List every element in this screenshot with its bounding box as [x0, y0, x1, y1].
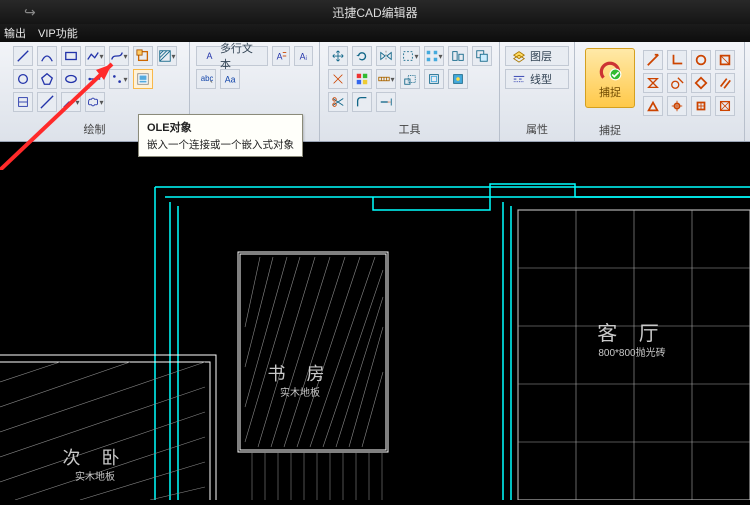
layer-label: 图层 [530, 48, 552, 64]
snap-tangent-icon[interactable] [667, 73, 687, 93]
layer-button[interactable]: 图层 [505, 46, 569, 66]
ray-tool-icon[interactable] [85, 69, 105, 89]
snap-perp-icon[interactable] [667, 50, 687, 70]
svg-text:A: A [207, 51, 213, 61]
svg-text:Aa: Aa [225, 75, 236, 85]
snap-node-icon[interactable] [667, 96, 687, 116]
room-study-label: 书 房 [267, 364, 332, 384]
group-label-props: 属性 [526, 121, 548, 137]
mtext-button[interactable]: A 多行文本 [196, 46, 268, 66]
snap-quad-icon[interactable] [691, 73, 711, 93]
rect-tool-icon[interactable] [61, 46, 81, 66]
svg-text:A: A [277, 52, 283, 62]
spline-tool-icon[interactable]: ▾ [109, 46, 129, 66]
ole-tooltip: OLE对象 嵌入一个连接或一个嵌入式对象 [138, 114, 303, 157]
snap-mid-icon[interactable] [643, 96, 663, 116]
trim-tool-icon[interactable] [328, 92, 348, 112]
move-tool-icon[interactable] [328, 46, 348, 66]
menu-output[interactable]: 输出 [4, 25, 26, 41]
snap-parallel-icon[interactable] [715, 73, 735, 93]
room-secondbed-label: 次 卧 [62, 448, 127, 468]
room-secondbed-sub: 实木地板 [75, 470, 115, 483]
text-tool-icon[interactable]: A [272, 46, 291, 66]
line-tool-icon[interactable] [13, 46, 33, 66]
cad-canvas[interactable]: 书 房 实木地板 次 卧 实木地板 客 厅 800*800抛光砖 [0, 142, 750, 500]
color-tool-icon[interactable] [352, 69, 372, 89]
mirror-tool-icon[interactable] [376, 46, 396, 66]
room-study-sub: 实木地板 [280, 386, 320, 399]
offset-tool-icon[interactable] [424, 69, 444, 89]
menu-vip[interactable]: VIP功能 [38, 25, 78, 41]
ellipse-tool-icon[interactable] [61, 69, 81, 89]
dimension-tool-icon[interactable] [13, 92, 33, 112]
capture-label: 捕捉 [599, 84, 621, 100]
snap-endpoint-icon[interactable] [643, 50, 663, 70]
polygon-tool-icon[interactable] [37, 69, 57, 89]
tooltip-desc: 嵌入一个连接或一个嵌入式对象 [147, 137, 294, 152]
fillet-tool-icon[interactable] [352, 92, 372, 112]
scale-tool-icon[interactable] [400, 69, 420, 89]
hatch-tool-icon[interactable]: ▾ [157, 46, 177, 66]
revcloud-tool-icon[interactable]: ▾ [85, 92, 105, 112]
arc-tool-icon[interactable] [37, 46, 57, 66]
rotate-tool-icon[interactable] [352, 46, 372, 66]
room-living-label: 客 厅 [597, 322, 667, 345]
circle-tool-icon[interactable] [13, 69, 33, 89]
array-tool-icon[interactable]: ▾ [424, 46, 444, 66]
polyline-tool-icon[interactable]: ▾ [85, 46, 105, 66]
textcase-icon[interactable]: Aa [220, 69, 240, 89]
tooltip-title: OLE对象 [147, 119, 294, 135]
ole-tool-icon[interactable] [133, 69, 153, 89]
xline-tool-icon[interactable] [37, 92, 57, 112]
snap-none-icon[interactable] [715, 96, 735, 116]
group-label-draw: 绘制 [84, 121, 106, 137]
explode-tool-icon[interactable] [328, 69, 348, 89]
snap-hourglass-icon[interactable] [643, 73, 663, 93]
room-living-sub: 800*800抛光砖 [598, 346, 665, 359]
app-title: 迅捷CAD编辑器 [332, 4, 417, 21]
textfind-icon[interactable]: abc [196, 69, 216, 89]
linetype-button[interactable]: 线型 [505, 69, 569, 89]
copy-tool-icon[interactable] [472, 46, 492, 66]
point-tool-icon[interactable]: ▾ [109, 69, 129, 89]
capture-button[interactable]: 捕捉 [585, 48, 635, 108]
mtext-label: 多行文本 [220, 40, 261, 72]
group-label-snap: 捕捉 [599, 122, 621, 138]
insert-tool-icon[interactable] [133, 46, 153, 66]
extend-tool-icon[interactable] [376, 92, 396, 112]
block-tool-icon[interactable] [448, 69, 468, 89]
svg-text:Aᵢ: Aᵢ [299, 52, 306, 62]
select-tool-icon[interactable]: ▾ [400, 46, 420, 66]
group-label-tools: 工具 [399, 121, 421, 137]
measure-tool-icon[interactable]: ▾ [376, 69, 396, 89]
redo-icon[interactable]: ↪ [24, 4, 36, 21]
snap-circle-icon[interactable] [691, 50, 711, 70]
leader-tool-icon[interactable]: ▾ [61, 92, 81, 112]
align-tool-icon[interactable] [448, 46, 468, 66]
snap-poly-icon[interactable] [715, 50, 735, 70]
linetype-label: 线型 [530, 71, 552, 87]
text-style-icon[interactable]: Aᵢ [294, 46, 313, 66]
snap-insert-icon[interactable] [691, 96, 711, 116]
